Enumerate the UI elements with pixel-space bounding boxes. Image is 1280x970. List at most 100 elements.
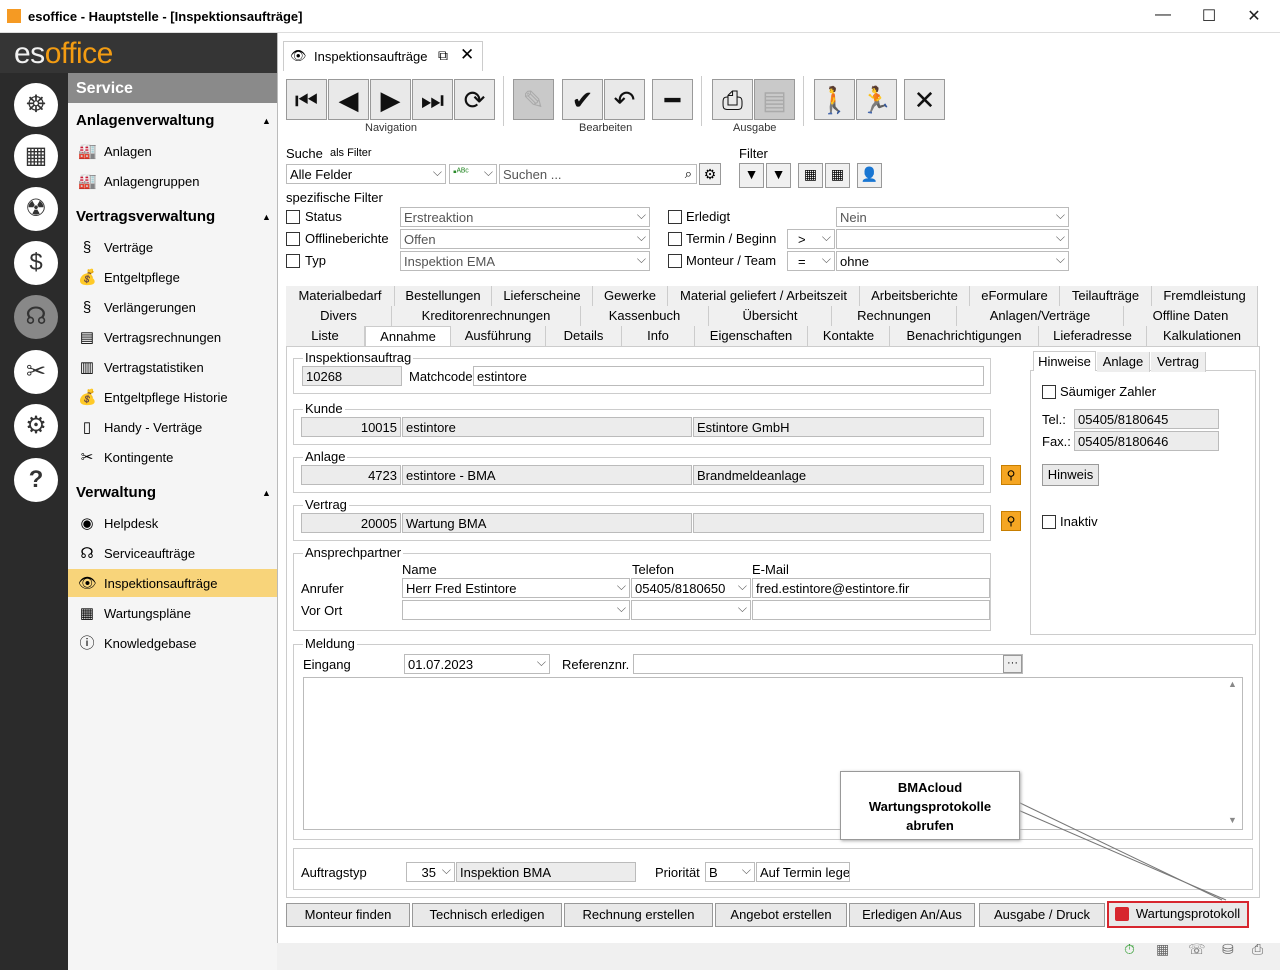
first-record-icon[interactable]: ⏮ [286, 79, 327, 120]
matchcode-input[interactable]: estintore [473, 366, 984, 386]
nav-item-verlaengerungen[interactable]: § Verlängerungen [68, 293, 277, 321]
tab-info[interactable]: Info [622, 326, 695, 346]
tab-details[interactable]: Details [546, 326, 622, 346]
status-checkbox[interactable] [286, 210, 300, 224]
prev-record-icon[interactable]: ◀ [328, 79, 369, 120]
typ-select[interactable]: Inspektion EMA [400, 251, 650, 271]
saumig-checkbox[interactable] [1042, 385, 1056, 399]
tab-kassenbuch[interactable]: Kassenbuch [581, 306, 709, 326]
vorort-email-field[interactable] [752, 600, 990, 620]
erledigt-select[interactable]: Nein [836, 207, 1069, 227]
typ-checkbox[interactable] [286, 254, 300, 268]
headset-icon[interactable]: ☊ [14, 295, 58, 339]
refresh-icon[interactable]: ⟳ [454, 79, 495, 120]
search-icon[interactable]: ⌕ [685, 166, 692, 182]
tab-divers[interactable]: Divers [286, 306, 392, 326]
print-icon[interactable]: ⎙ [712, 79, 753, 120]
monteur-select[interactable]: ohne [836, 251, 1069, 271]
search-input[interactable]: Suchen ... ⌕ [499, 164, 697, 184]
tab-benachrichtigungen[interactable]: Benachrichtigungen [890, 326, 1039, 346]
filter-edit-icon[interactable]: ▼ [766, 163, 791, 188]
nav-item-entgeltpflege[interactable]: 💰 Entgeltpflege [68, 263, 277, 291]
cancel-icon[interactable]: ✕ [904, 79, 945, 120]
tab-lieferadresse[interactable]: Lieferadresse [1039, 326, 1147, 346]
nav-section-anlagen[interactable]: Anlagenverwaltung [76, 112, 214, 129]
tel-field[interactable]: 05405/8180645 [1074, 409, 1219, 429]
erledigt-checkbox[interactable] [668, 210, 682, 224]
building-icon[interactable]: ▦ [14, 134, 58, 178]
kunde-name-field[interactable]: Estintore GmbH [693, 417, 984, 437]
timer-icon[interactable]: ⏱ [1124, 941, 1135, 958]
print-status-icon[interactable]: ⎙ [1252, 941, 1263, 958]
kunde-match-field[interactable]: estintore [402, 417, 692, 437]
vertrag-filter-icon[interactable]: ⚲ [1001, 511, 1021, 531]
monteur-finden-button[interactable]: Monteur finden [286, 903, 410, 927]
help-icon[interactable]: ? [14, 458, 58, 502]
building-status-icon[interactable]: ▦ [1156, 941, 1169, 958]
nav-section-verwaltung[interactable]: Verwaltung [76, 484, 156, 501]
next-record-icon[interactable]: ▶ [370, 79, 411, 120]
termin-date[interactable] [836, 229, 1069, 249]
tab-übersicht[interactable]: Übersicht [709, 306, 832, 326]
save-check-icon[interactable]: ✔ [562, 79, 603, 120]
popout-icon[interactable]: ⧉ [438, 47, 448, 64]
prioritaet-select[interactable]: B [705, 862, 755, 882]
nav-section-vertraege[interactable]: Vertragsverwaltung [76, 208, 215, 225]
rechnung-erstellen-button[interactable]: Rechnung erstellen [564, 903, 713, 927]
collapse-icon[interactable]: ▲ [262, 488, 271, 498]
anlage-filter-icon[interactable]: ⚲ [1001, 465, 1021, 485]
tab-kalkulationen[interactable]: Kalkulationen [1147, 326, 1258, 346]
auftragstyp-name[interactable]: Inspektion BMA [456, 862, 636, 882]
nav-item-anlagengruppen[interactable]: 🏭 Anlagengruppen [68, 167, 277, 195]
tab-material-geliefert-arbeitszeit[interactable]: Material geliefert / Arbeitszeit [668, 286, 860, 306]
offline-checkbox[interactable] [286, 232, 300, 246]
tab-arbeitsberichte[interactable]: Arbeitsberichte [860, 286, 970, 306]
nav-item-entgeltpflege-historie[interactable]: 💰 Entgeltpflege Historie [68, 383, 277, 411]
anlage-match-field[interactable]: estintore - BMA [402, 465, 692, 485]
document-tab[interactable]: 👁 Inspektionsaufträge ⧉ ✕ [283, 41, 483, 71]
tab-eformulare[interactable]: eFormulare [970, 286, 1060, 306]
nav-item-helpdesk[interactable]: ◉ Helpdesk [68, 509, 277, 537]
building-filter-icon[interactable]: ▦ [798, 163, 823, 188]
fax-field[interactable]: 05405/8180646 [1074, 431, 1219, 451]
alarm-icon[interactable]: ☢ [14, 187, 58, 231]
eingang-date[interactable]: 01.07.2023 [404, 654, 550, 674]
phone-status-icon[interactable]: ☏ [1188, 941, 1206, 958]
kunde-number-field[interactable]: 10015 [301, 417, 401, 437]
as-filter-label[interactable]: als Filter [330, 147, 372, 159]
vertrag-extra-field[interactable] [693, 513, 984, 533]
anrufer-telefon-select[interactable]: 05405/8180650 [631, 578, 751, 598]
tab-bestellungen[interactable]: Bestellungen [395, 286, 492, 306]
building-filter2-icon[interactable]: ▦ [825, 163, 850, 188]
anlage-number-field[interactable]: 4723 [301, 465, 401, 485]
nav-item-handy-vertraege[interactable]: ▯ Handy - Verträge [68, 413, 277, 441]
undo-icon[interactable]: ↶ [604, 79, 645, 120]
more-icon[interactable]: ··· [1003, 655, 1022, 673]
monteur-checkbox[interactable] [668, 254, 682, 268]
technisch-erledigen-button[interactable]: Technisch erledigen [412, 903, 562, 927]
tab-annahme[interactable]: Annahme [365, 326, 451, 347]
vertrag-number-field[interactable]: 20005 [301, 513, 401, 533]
tab-gewerke[interactable]: Gewerke [593, 286, 668, 306]
nav-item-vertragsrechnungen[interactable]: ▤ Vertragsrechnungen [68, 323, 277, 351]
termin-operator[interactable]: > [787, 229, 835, 249]
tab-fremdleistung[interactable]: Fremdleistung [1152, 286, 1258, 306]
last-record-icon[interactable]: ⏭ [412, 79, 453, 120]
delete-minus-icon[interactable]: ━ [652, 79, 693, 120]
settings-icon[interactable]: ⚙ [14, 404, 58, 448]
tab-ausführung[interactable]: Ausführung [451, 326, 546, 346]
nav-item-inspektionsauftraege[interactable]: 👁 Inspektionsaufträge [68, 569, 277, 597]
anrufer-email-field[interactable]: fred.estintore@estintore.fir [752, 578, 990, 598]
vorort-telefon-select[interactable] [631, 600, 751, 620]
collapse-icon[interactable]: ▲ [262, 116, 271, 126]
close-tab-icon[interactable]: ✕ [460, 45, 474, 65]
nav-item-vertraege[interactable]: § Verträge [68, 233, 277, 261]
nav-item-vertragstatistiken[interactable]: ▥ Vertragstatistiken [68, 353, 277, 381]
walk-icon[interactable]: 🚶 [814, 79, 855, 120]
close-icon[interactable]: ✕ [1243, 6, 1265, 26]
search-field-select[interactable]: Alle Felder [286, 164, 446, 184]
side-tab-hinweise[interactable]: Hinweise [1033, 351, 1096, 371]
gear-icon[interactable]: ⚙ [699, 163, 721, 185]
auf-termin-field[interactable]: Auf Termin lege [756, 862, 850, 882]
ausgabe-druck-button[interactable]: Ausgabe / Druck [979, 903, 1105, 927]
